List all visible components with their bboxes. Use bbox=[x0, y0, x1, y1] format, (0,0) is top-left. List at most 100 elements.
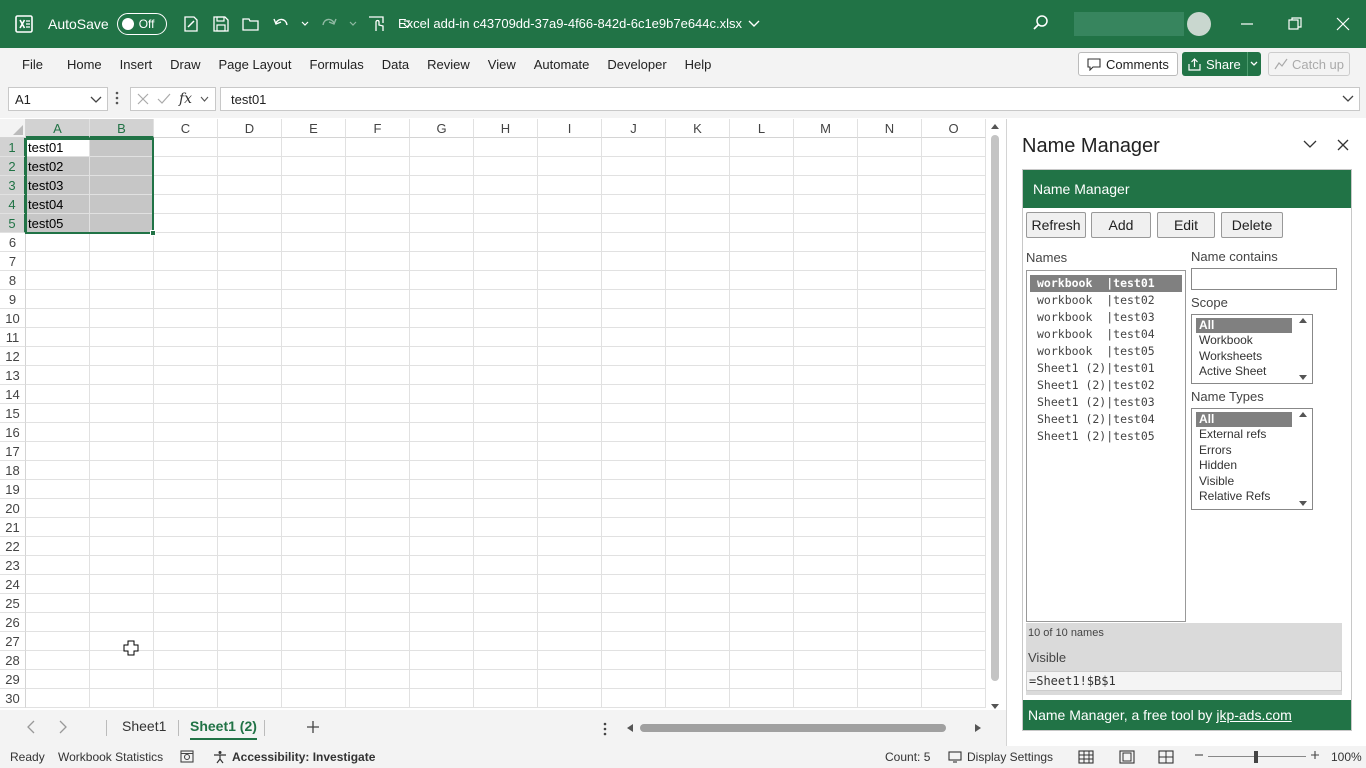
cell-a10[interactable] bbox=[26, 309, 90, 328]
cell-f6[interactable] bbox=[346, 233, 410, 252]
ribbon-tab-data[interactable]: Data bbox=[373, 57, 418, 72]
cell-n13[interactable] bbox=[858, 366, 922, 385]
excel-logo-icon[interactable] bbox=[0, 0, 48, 48]
cell-d24[interactable] bbox=[218, 575, 282, 594]
cell-a14[interactable] bbox=[26, 385, 90, 404]
cell-i24[interactable] bbox=[538, 575, 602, 594]
refers-to-field[interactable]: =Sheet1!$B$1 bbox=[1026, 671, 1342, 691]
cell-e20[interactable] bbox=[282, 499, 346, 518]
close-window-icon[interactable] bbox=[1333, 14, 1353, 34]
cell-m4[interactable] bbox=[794, 195, 858, 214]
cell-f19[interactable] bbox=[346, 480, 410, 499]
cell-i18[interactable] bbox=[538, 461, 602, 480]
cell-g17[interactable] bbox=[410, 442, 474, 461]
scope-listbox[interactable]: All Workbook Worksheets Active Sheet bbox=[1191, 314, 1313, 384]
cell-c30[interactable] bbox=[154, 689, 218, 708]
cell-b2[interactable] bbox=[90, 157, 154, 176]
cell-h27[interactable] bbox=[474, 632, 538, 651]
cell-l24[interactable] bbox=[730, 575, 794, 594]
cell-e5[interactable] bbox=[282, 214, 346, 233]
cell-h1[interactable] bbox=[474, 138, 538, 157]
scope_options-option[interactable]: Active Sheet bbox=[1196, 364, 1292, 379]
cell-f3[interactable] bbox=[346, 176, 410, 195]
cell-f10[interactable] bbox=[346, 309, 410, 328]
name-list-item[interactable]: workbook |test04 bbox=[1030, 326, 1182, 343]
cell-c26[interactable] bbox=[154, 613, 218, 632]
cell-b3[interactable] bbox=[90, 176, 154, 195]
cell-e1[interactable] bbox=[282, 138, 346, 157]
cell-a13[interactable] bbox=[26, 366, 90, 385]
cell-a16[interactable] bbox=[26, 423, 90, 442]
page-break-view-icon[interactable] bbox=[1158, 750, 1174, 764]
cell-k29[interactable] bbox=[666, 670, 730, 689]
cell-l27[interactable] bbox=[730, 632, 794, 651]
cell-b22[interactable] bbox=[90, 537, 154, 556]
scope_options-option[interactable]: Worksheets bbox=[1196, 349, 1292, 364]
cell-o12[interactable] bbox=[922, 347, 986, 366]
row-header-25[interactable]: 25 bbox=[0, 594, 26, 613]
cell-i10[interactable] bbox=[538, 309, 602, 328]
cell-d29[interactable] bbox=[218, 670, 282, 689]
cell-o24[interactable] bbox=[922, 575, 986, 594]
cell-h13[interactable] bbox=[474, 366, 538, 385]
cell-g28[interactable] bbox=[410, 651, 474, 670]
cell-l3[interactable] bbox=[730, 176, 794, 195]
ribbon-tab-review[interactable]: Review bbox=[418, 57, 479, 72]
task-pane-options-icon[interactable] bbox=[1303, 139, 1317, 149]
cell-n18[interactable] bbox=[858, 461, 922, 480]
name-list-item[interactable]: workbook |test02 bbox=[1030, 292, 1182, 309]
row-header-9[interactable]: 9 bbox=[0, 290, 26, 309]
cell-h18[interactable] bbox=[474, 461, 538, 480]
cell-m30[interactable] bbox=[794, 689, 858, 708]
cell-i9[interactable] bbox=[538, 290, 602, 309]
cell-i5[interactable] bbox=[538, 214, 602, 233]
cell-k9[interactable] bbox=[666, 290, 730, 309]
cell-g27[interactable] bbox=[410, 632, 474, 651]
cell-k10[interactable] bbox=[666, 309, 730, 328]
cell-h14[interactable] bbox=[474, 385, 538, 404]
cell-c15[interactable] bbox=[154, 404, 218, 423]
cell-g10[interactable] bbox=[410, 309, 474, 328]
row-header-14[interactable]: 14 bbox=[0, 385, 26, 404]
cell-n17[interactable] bbox=[858, 442, 922, 461]
name-list-item[interactable]: Sheet1 (2)|test01 bbox=[1030, 360, 1182, 377]
cell-c7[interactable] bbox=[154, 252, 218, 271]
vertical-scroll-thumb[interactable] bbox=[991, 135, 999, 681]
scope_options-option[interactable]: All bbox=[1196, 318, 1292, 334]
cell-f17[interactable] bbox=[346, 442, 410, 461]
name-contains-input[interactable] bbox=[1191, 268, 1337, 290]
cell-n7[interactable] bbox=[858, 252, 922, 271]
cell-h17[interactable] bbox=[474, 442, 538, 461]
cell-h3[interactable] bbox=[474, 176, 538, 195]
cell-a11[interactable] bbox=[26, 328, 90, 347]
cell-g18[interactable] bbox=[410, 461, 474, 480]
cell-k21[interactable] bbox=[666, 518, 730, 537]
name-list-item[interactable]: Sheet1 (2)|test04 bbox=[1030, 411, 1182, 428]
cell-j29[interactable] bbox=[602, 670, 666, 689]
cell-c11[interactable] bbox=[154, 328, 218, 347]
cell-h11[interactable] bbox=[474, 328, 538, 347]
cell-e3[interactable] bbox=[282, 176, 346, 195]
cell-d2[interactable] bbox=[218, 157, 282, 176]
cell-o17[interactable] bbox=[922, 442, 986, 461]
cell-n9[interactable] bbox=[858, 290, 922, 309]
row-header-20[interactable]: 20 bbox=[0, 499, 26, 518]
cell-i11[interactable] bbox=[538, 328, 602, 347]
cell-e30[interactable] bbox=[282, 689, 346, 708]
cell-f30[interactable] bbox=[346, 689, 410, 708]
cell-m10[interactable] bbox=[794, 309, 858, 328]
cell-g14[interactable] bbox=[410, 385, 474, 404]
column-header-i[interactable]: I bbox=[538, 119, 602, 138]
cell-n20[interactable] bbox=[858, 499, 922, 518]
row-header-6[interactable]: 6 bbox=[0, 233, 26, 252]
cell-a22[interactable] bbox=[26, 537, 90, 556]
cell-c18[interactable] bbox=[154, 461, 218, 480]
cell-h25[interactable] bbox=[474, 594, 538, 613]
column-header-o[interactable]: O bbox=[922, 119, 986, 138]
cell-h28[interactable] bbox=[474, 651, 538, 670]
cell-c21[interactable] bbox=[154, 518, 218, 537]
cell-g15[interactable] bbox=[410, 404, 474, 423]
cell-e24[interactable] bbox=[282, 575, 346, 594]
share-button[interactable]: Share bbox=[1182, 52, 1261, 76]
cell-h5[interactable] bbox=[474, 214, 538, 233]
